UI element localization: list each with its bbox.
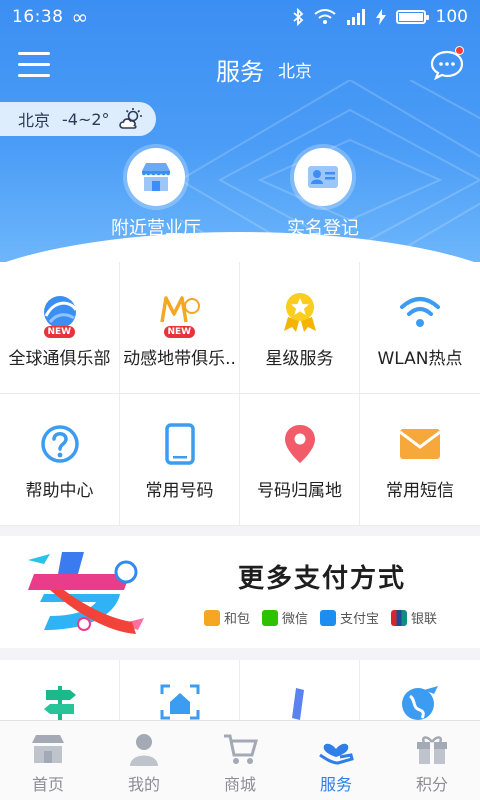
- signal-icon: [346, 9, 365, 25]
- help-icon: [40, 425, 79, 463]
- tab-service[interactable]: 服务: [288, 721, 384, 800]
- travel-globe-icon: [402, 686, 438, 720]
- tab-label: 服务: [319, 775, 352, 794]
- cart-icon: [224, 734, 258, 764]
- notification-dot: [455, 46, 464, 55]
- tab-mall[interactable]: 商城: [192, 721, 288, 800]
- service-item-home-scan[interactable]: [120, 660, 240, 722]
- wechat-icon: [262, 609, 279, 626]
- city-selector[interactable]: 北京: [278, 57, 312, 82]
- bottom-tab-bar: 首页 我的 商城 服务 积分: [0, 720, 480, 800]
- service-label: 星级服务: [265, 349, 334, 369]
- tab-label: 积分: [415, 775, 448, 794]
- weather-city: 北京: [18, 111, 51, 130]
- tab-mine[interactable]: 我的: [96, 721, 192, 800]
- payment-method-label: 支付宝: [340, 612, 380, 627]
- service-label: 常用号码: [145, 481, 214, 501]
- id-card-icon: [294, 148, 352, 206]
- tab-label: 我的: [127, 775, 160, 794]
- service-label: 全球通俱乐部: [8, 349, 111, 369]
- status-time: 16:38: [12, 7, 64, 27]
- service-grid-secondary: [0, 660, 480, 722]
- service-item-pencil[interactable]: [240, 660, 360, 722]
- payment-banner[interactable]: 更多支付方式 和包 微信 支付宝 银联: [0, 536, 480, 648]
- payment-method-hebao: 和包: [204, 608, 250, 627]
- page-title: 服务: [216, 58, 264, 86]
- phone-icon: [164, 423, 195, 465]
- service-label: 常用短信: [386, 481, 454, 501]
- payment-method-unionpay: 银联: [391, 608, 437, 627]
- service-label: 动感地带俱乐..: [123, 349, 236, 369]
- unionpay-icon: [391, 609, 408, 626]
- user-icon: [130, 734, 158, 766]
- service-global-club[interactable]: NEW 全球通俱乐部: [0, 262, 120, 394]
- battery-icon: [395, 10, 429, 24]
- service-label: 号码归属地: [257, 481, 342, 501]
- location-pin-icon: [284, 425, 315, 463]
- service-star-level[interactable]: 星级服务: [240, 262, 360, 394]
- service-item-travel[interactable]: [360, 660, 480, 722]
- quick-action-real-name[interactable]: 实名登记: [243, 148, 403, 240]
- payment-method-alipay: 支付宝: [320, 608, 379, 627]
- payment-method-label: 和包: [224, 612, 251, 627]
- payment-methods: 和包 微信 支付宝 银联: [204, 608, 437, 627]
- service-label: 帮助中心: [25, 481, 94, 501]
- battery-percent: 100: [435, 7, 468, 27]
- charging-icon: [375, 9, 386, 25]
- alipay-art-icon: [28, 552, 144, 634]
- service-number-location[interactable]: 号码归属地: [240, 394, 360, 526]
- alipay-icon: [320, 609, 337, 626]
- tab-label: 商城: [223, 775, 256, 794]
- home-scan-icon: [160, 684, 199, 720]
- service-wlan[interactable]: WLAN热点: [360, 262, 480, 394]
- star-medal-icon: [283, 293, 316, 332]
- new-badge: NEW: [43, 326, 76, 338]
- tab-label: 首页: [31, 775, 64, 794]
- service-heart-icon: [319, 743, 354, 765]
- tab-points[interactable]: 积分: [384, 721, 480, 800]
- signpost-icon: [43, 686, 76, 720]
- mail-icon: [399, 429, 441, 459]
- quick-action-nearby-store[interactable]: 附近营业厅: [76, 148, 236, 240]
- status-bar: 16:38 ∞ 100: [0, 0, 480, 34]
- bluetooth-icon: [292, 8, 303, 26]
- service-grid: NEW 全球通俱乐部 NEW 动感地带俱乐.. 星级服务 WLAN热点 帮助中心…: [0, 262, 480, 526]
- payment-method-wechat: 微信: [262, 608, 308, 627]
- payment-method-label: 微信: [282, 612, 309, 627]
- hebao-icon: [204, 609, 220, 626]
- pencil-icon: [291, 688, 304, 720]
- wifi-status-icon: [313, 9, 336, 24]
- service-common-sms[interactable]: 常用短信: [360, 394, 480, 526]
- service-common-numbers[interactable]: 常用号码: [120, 394, 240, 526]
- weather-widget[interactable]: 北京 -4~2°: [0, 102, 156, 136]
- service-mzone-club[interactable]: NEW 动感地带俱乐..: [120, 262, 240, 394]
- quick-action-label: 附近营业厅: [111, 218, 201, 239]
- partly-cloudy-icon: [118, 108, 142, 129]
- store-icon: [127, 148, 185, 206]
- gift-icon: [417, 736, 447, 764]
- home-store-icon: [32, 735, 64, 763]
- payment-method-label: 银联: [411, 612, 438, 627]
- infinity-icon: ∞: [71, 5, 89, 29]
- quick-action-label: 实名登记: [287, 218, 359, 239]
- battery-fill: [398, 13, 424, 21]
- service-screen: 16:38 ∞ 100 服务 北京 北京 -4~2° 附近营业厅 实名登记 NE…: [0, 0, 480, 800]
- menu-icon[interactable]: [18, 52, 50, 78]
- service-help-center[interactable]: 帮助中心: [0, 394, 120, 526]
- nav-bar: 服务 北京: [0, 40, 480, 96]
- service-label: WLAN热点: [377, 349, 463, 369]
- payment-title: 更多支付方式: [238, 564, 407, 594]
- tab-home[interactable]: 首页: [0, 721, 96, 800]
- new-badge: NEW: [163, 326, 196, 338]
- wifi-icon: [400, 297, 440, 327]
- header-hero: 16:38 ∞ 100 服务 北京 北京 -4~2° 附近营业厅 实名登记: [0, 0, 480, 262]
- service-item-signpost[interactable]: [0, 660, 120, 722]
- weather-temp: -4~2°: [62, 109, 110, 129]
